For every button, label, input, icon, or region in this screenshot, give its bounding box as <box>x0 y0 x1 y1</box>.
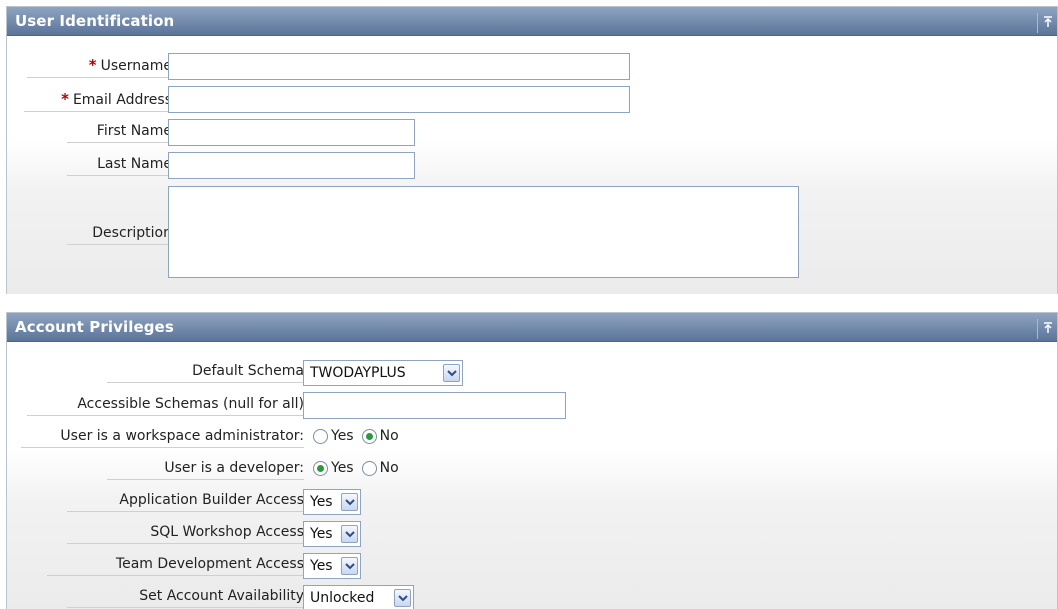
last-name-input[interactable] <box>168 152 415 179</box>
chevron-down-icon <box>341 525 358 543</box>
developer-no-radio[interactable]: No <box>361 460 399 476</box>
chevron-down-icon <box>341 493 358 511</box>
app-builder-label: Application Builder Access <box>67 492 304 512</box>
scroll-top-icon[interactable] <box>1037 319 1057 339</box>
availability-label: Set Account Availability <box>67 588 304 608</box>
account-privileges-region: Account Privileges Default Schema TWODAY… <box>6 312 1058 609</box>
developer-label: User is a developer: <box>107 460 304 480</box>
user-identification-region: User Identification * Username * Email Add… <box>6 6 1058 294</box>
default-schema-label: Default Schema <box>107 363 304 383</box>
chevron-down-icon <box>394 589 411 607</box>
default-schema-select[interactable]: TWODAYPLUS <box>303 360 463 386</box>
region-title: User Identification <box>15 12 175 30</box>
sql-workshop-select[interactable]: Yes <box>303 521 361 547</box>
region-header: User Identification <box>7 7 1057 36</box>
scroll-top-icon[interactable] <box>1037 13 1057 33</box>
required-marker: * <box>61 90 69 108</box>
first-name-label: First Name <box>67 123 172 143</box>
region-title: Account Privileges <box>15 318 174 336</box>
email-input[interactable] <box>168 86 630 113</box>
workspace-admin-no-radio[interactable]: No <box>361 428 399 444</box>
first-name-input[interactable] <box>168 119 415 146</box>
chevron-down-icon <box>443 364 460 382</box>
app-builder-select[interactable]: Yes <box>303 489 361 515</box>
workspace-admin-radios: Yes No <box>313 428 407 444</box>
workspace-admin-label: User is a workspace administrator: <box>21 428 304 448</box>
username-label: * Username <box>27 56 172 78</box>
required-marker: * <box>88 56 97 74</box>
accessible-schemas-input[interactable] <box>303 392 566 419</box>
developer-radios: Yes No <box>313 460 407 476</box>
email-label: * Email Address <box>24 90 172 112</box>
chevron-down-icon <box>341 557 358 575</box>
region-body: Default Schema TWODAYPLUS Accessible Sch… <box>7 342 1057 609</box>
availability-select[interactable]: Unlocked <box>303 585 414 609</box>
team-dev-select[interactable]: Yes <box>303 553 361 579</box>
username-input[interactable] <box>168 53 630 80</box>
region-body: * Username * Email Address First Name Last… <box>7 36 1057 294</box>
region-header: Account Privileges <box>7 313 1057 342</box>
developer-yes-radio[interactable]: Yes <box>313 460 354 476</box>
last-name-label: Last Name <box>67 156 172 176</box>
description-textarea[interactable] <box>168 186 799 278</box>
sql-workshop-label: SQL Workshop Access <box>67 524 304 544</box>
accessible-schemas-label: Accessible Schemas (null for all) <box>27 396 304 416</box>
description-label: Description <box>67 225 172 245</box>
team-dev-label: Team Development Access <box>47 556 304 576</box>
workspace-admin-yes-radio[interactable]: Yes <box>313 428 354 444</box>
